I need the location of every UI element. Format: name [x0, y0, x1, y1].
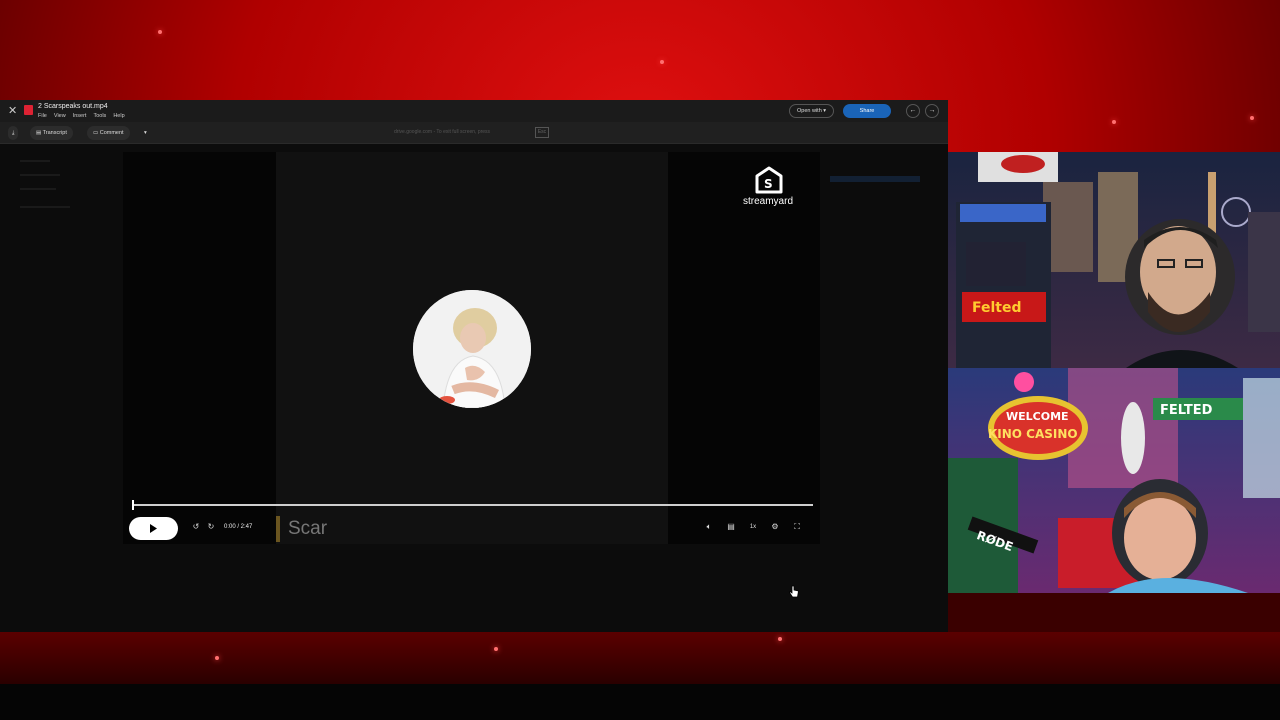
background-ghost [830, 176, 920, 182]
menu-item-file[interactable]: File [38, 113, 47, 119]
streamyard-logo-icon: S [751, 166, 787, 199]
hand-cursor-icon [789, 585, 799, 603]
menu-bar: File View Insert Tools Help [38, 113, 125, 119]
window-titlebar: ✕ 2 Scarspeaks out.mp4 File View Insert … [0, 100, 948, 122]
time-readout: 0:00 / 2:47 [224, 524, 253, 530]
streamyard-watermark: streamyard [743, 196, 794, 207]
forward-10-icon[interactable]: ↻ [205, 522, 217, 531]
transcript-icon: ▤ [36, 130, 43, 136]
svg-text:WELCOME: WELCOME [1006, 410, 1069, 423]
comment-label: Comment [99, 130, 124, 136]
background-sparkle [158, 30, 162, 34]
play-icon [150, 524, 157, 533]
preview-toolbar: ⤓ ▤ Transcript ▭ Comment ▾ drive.google.… [0, 122, 948, 144]
chevron-down-icon: ▾ [823, 108, 827, 114]
comment-button[interactable]: ▭ Comment [87, 126, 130, 140]
settings-gear-icon[interactable]: ⚙ [769, 522, 781, 531]
profile-avatar [413, 290, 531, 408]
shared-screen: ✕ 2 Scarspeaks out.mp4 File View Insert … [0, 100, 948, 632]
background-sparkle [494, 647, 498, 651]
document-title: 2 Scarspeaks out.mp4 [38, 103, 108, 110]
background-ghost [20, 206, 70, 208]
svg-text:KINO CASINO: KINO CASINO [988, 427, 1078, 441]
progress-bar[interactable] [132, 500, 813, 510]
rewind-10-icon[interactable]: ↺ [190, 522, 202, 531]
share-label: Share [859, 108, 875, 114]
esc-key-badge: Esc [535, 127, 549, 138]
background-ghost [20, 160, 50, 162]
background-sparkle [778, 637, 782, 641]
background-sparkle [660, 60, 664, 64]
caption-text: Scar [288, 518, 328, 539]
video-file-icon [24, 105, 33, 115]
webcam-guest-bottom: WELCOME KINO CASINO FELTED RØDE [948, 368, 1280, 593]
background-ghost [20, 174, 60, 176]
svg-text:FELTED: FELTED [1160, 403, 1213, 418]
background-ghost [20, 188, 56, 190]
transcript-button[interactable]: ▤ Transcript [30, 126, 73, 140]
menu-item-help[interactable]: Help [113, 113, 124, 119]
play-button[interactable] [129, 517, 178, 540]
svg-text:S: S [764, 177, 773, 191]
volume-icon[interactable]: 🔈︎ [703, 522, 715, 532]
menu-item-insert[interactable]: Insert [73, 113, 87, 119]
share-button[interactable]: Share [843, 104, 891, 118]
background-sparkle [215, 656, 219, 660]
menu-item-tools[interactable]: Tools [93, 113, 106, 119]
webcam-host-top: Felted [948, 152, 1280, 368]
background-sparkle [1112, 120, 1116, 124]
open-with-button[interactable]: Open with ▾ [789, 104, 835, 118]
menu-item-view[interactable]: View [54, 113, 66, 119]
forward-arrow-icon[interactable]: → [925, 104, 939, 118]
fullscreen-icon[interactable]: ⛶ [791, 522, 803, 532]
captions-icon[interactable]: ▤ [725, 522, 737, 531]
webcam-gap [948, 593, 1280, 632]
more-chevron-icon[interactable]: ▾ [138, 126, 153, 140]
stream-footer-strip [0, 684, 1280, 720]
fullscreen-hint: drive.google.com - To exit full screen, … [394, 129, 491, 135]
transcript-label: Transcript [42, 130, 67, 136]
download-icon[interactable]: ⤓ [8, 126, 19, 140]
background-sparkle [1250, 116, 1254, 120]
close-icon[interactable]: ✕ [8, 104, 17, 117]
progress-handle[interactable] [132, 500, 134, 510]
video-player[interactable]: S streamyard [123, 152, 820, 544]
caption-accent-bar [276, 516, 280, 542]
stream-lower-background [0, 632, 1280, 684]
back-arrow-icon[interactable]: ← [906, 104, 920, 118]
svg-text:Felted: Felted [972, 300, 1022, 316]
playback-speed-button[interactable]: 1x [747, 524, 759, 530]
comment-icon: ▭ [93, 130, 100, 136]
open-with-label: Open with [797, 108, 822, 114]
